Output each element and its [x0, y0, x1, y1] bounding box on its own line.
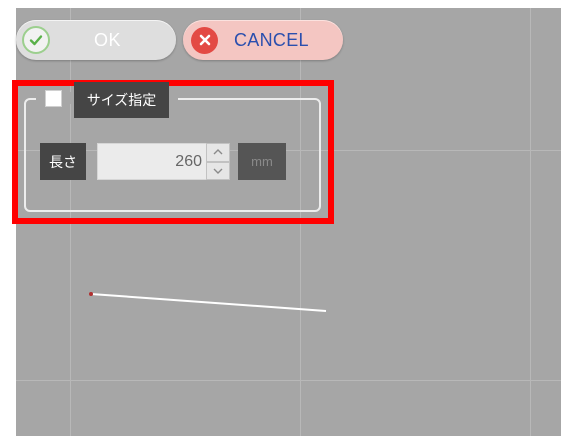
size-specify-checkbox[interactable]: [45, 90, 62, 107]
cancel-button[interactable]: CANCEL: [183, 20, 343, 60]
length-stepper[interactable]: [206, 143, 230, 180]
line-start-point[interactable]: [89, 292, 93, 296]
triangle-up-icon: [213, 149, 223, 155]
unit-label: mm: [238, 143, 286, 180]
stepper-up-button[interactable]: [206, 143, 230, 162]
ok-button-label: OK: [94, 29, 122, 50]
size-specify-label: サイズ指定: [74, 82, 169, 118]
stepper-down-button[interactable]: [206, 161, 230, 180]
check-circle-icon: [22, 26, 50, 54]
triangle-down-icon: [213, 168, 223, 174]
cancel-button-label: CANCEL: [234, 29, 309, 50]
x-circle-icon: [191, 26, 218, 54]
length-label: 長さ: [40, 143, 86, 180]
length-input[interactable]: [97, 143, 207, 180]
ok-button[interactable]: OK: [16, 20, 176, 60]
